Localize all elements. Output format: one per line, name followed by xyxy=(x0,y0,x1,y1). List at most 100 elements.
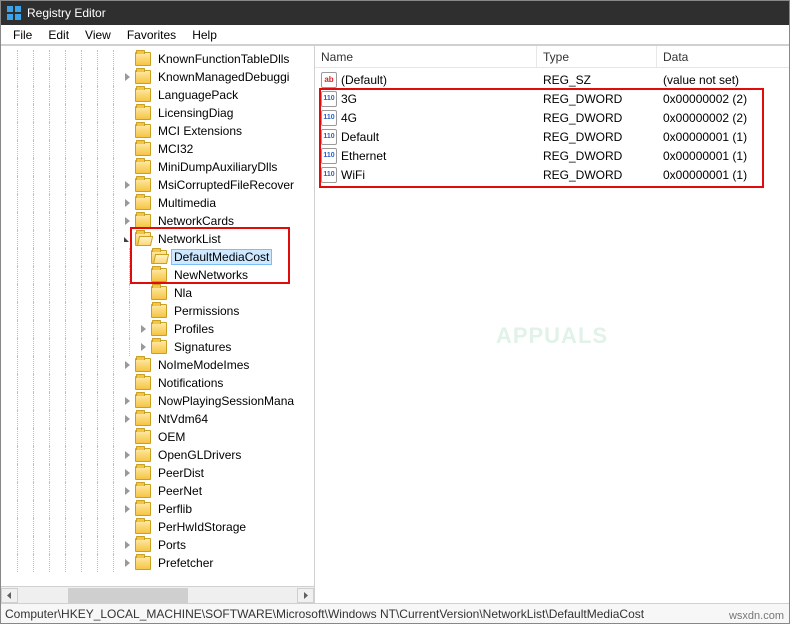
tree-node[interactable]: Multimedia xyxy=(9,194,314,212)
menu-help[interactable]: Help xyxy=(186,26,223,44)
expander-closed-icon[interactable] xyxy=(121,359,133,371)
statusbar-path: Computer\HKEY_LOCAL_MACHINE\SOFTWARE\Mic… xyxy=(5,607,644,621)
tree-node[interactable]: LanguagePack xyxy=(9,86,314,104)
expander-closed-icon[interactable] xyxy=(121,539,133,551)
tree-node-label[interactable]: OEM xyxy=(155,429,188,445)
tree-node[interactable]: Profiles xyxy=(9,320,314,338)
expander-closed-icon[interactable] xyxy=(121,71,133,83)
tree-node[interactable]: NetworkList xyxy=(9,230,314,248)
tree-node-label[interactable]: KnownManagedDebuggi xyxy=(155,69,292,85)
tree-node[interactable]: NtVdm64 xyxy=(9,410,314,428)
expander-closed-icon[interactable] xyxy=(121,557,133,569)
tree-node-label[interactable]: Signatures xyxy=(171,339,234,355)
column-header-data[interactable]: Data xyxy=(657,46,789,67)
tree-node-label[interactable]: DefaultMediaCost xyxy=(171,249,272,265)
tree-node[interactable]: Nla xyxy=(9,284,314,302)
tree-node-label[interactable]: Notifications xyxy=(155,375,226,391)
tree-node-label[interactable]: OpenGLDrivers xyxy=(155,447,244,463)
column-header-name[interactable]: Name xyxy=(315,46,537,67)
tree-node-label[interactable]: NowPlayingSessionMana xyxy=(155,393,297,409)
scroll-thumb[interactable] xyxy=(68,588,188,603)
menu-edit[interactable]: Edit xyxy=(42,26,75,44)
tree-node-label[interactable]: MiniDumpAuxiliaryDlls xyxy=(155,159,280,175)
tree-node-label[interactable]: Multimedia xyxy=(155,195,219,211)
tree-node[interactable]: Notifications xyxy=(9,374,314,392)
tree-node[interactable]: MsiCorruptedFileRecover xyxy=(9,176,314,194)
expander-closed-icon[interactable] xyxy=(121,485,133,497)
tree-node[interactable]: KnownFunctionTableDlls xyxy=(9,50,314,68)
expander-closed-icon[interactable] xyxy=(121,197,133,209)
folder-icon xyxy=(151,322,167,336)
value-row[interactable]: ab(Default)REG_SZ(value not set) xyxy=(315,70,789,89)
menu-view[interactable]: View xyxy=(79,26,117,44)
tree-node[interactable]: NetworkCards xyxy=(9,212,314,230)
tree-node[interactable]: Perflib xyxy=(9,500,314,518)
menubar: File Edit View Favorites Help xyxy=(1,25,789,45)
tree-node-label[interactable]: Ports xyxy=(155,537,189,553)
menu-file[interactable]: File xyxy=(7,26,38,44)
tree-node-label[interactable]: MsiCorruptedFileRecover xyxy=(155,177,297,193)
expander-closed-icon[interactable] xyxy=(121,395,133,407)
tree-node-label[interactable]: KnownFunctionTableDlls xyxy=(155,51,292,67)
expander-closed-icon[interactable] xyxy=(121,413,133,425)
tree-node-label[interactable]: PerHwIdStorage xyxy=(155,519,249,535)
tree-node[interactable]: NewNetworks xyxy=(9,266,314,284)
expander-closed-icon[interactable] xyxy=(121,467,133,479)
tree-node-label[interactable]: Permissions xyxy=(171,303,242,319)
tree-node-label[interactable]: NewNetworks xyxy=(171,267,251,283)
tree-node[interactable]: Signatures xyxy=(9,338,314,356)
tree-node-label[interactable]: NetworkCards xyxy=(155,213,237,229)
folder-icon xyxy=(135,394,151,408)
value-row[interactable]: 1103GREG_DWORD0x00000002 (2) xyxy=(315,89,789,108)
tree-node-label[interactable]: LicensingDiag xyxy=(155,105,236,121)
scroll-left-button[interactable] xyxy=(1,588,18,603)
tree-node[interactable]: MCI32 xyxy=(9,140,314,158)
tree-node[interactable]: OpenGLDrivers xyxy=(9,446,314,464)
tree-node-label[interactable]: NoImeModeImes xyxy=(155,357,252,373)
tree-node[interactable]: MCI Extensions xyxy=(9,122,314,140)
registry-editor-window: Registry Editor File Edit View Favorites… xyxy=(0,0,790,624)
tree-scroll[interactable]: KnownFunctionTableDlls KnownManagedDebugg… xyxy=(1,46,314,586)
tree-node[interactable]: PeerDist xyxy=(9,464,314,482)
column-header-type[interactable]: Type xyxy=(537,46,657,67)
tree-node-label[interactable]: Nla xyxy=(171,285,195,301)
expander-closed-icon[interactable] xyxy=(121,449,133,461)
value-row[interactable]: 110DefaultREG_DWORD0x00000001 (1) xyxy=(315,127,789,146)
expander-closed-icon[interactable] xyxy=(121,179,133,191)
tree-node[interactable]: Ports xyxy=(9,536,314,554)
tree-node[interactable]: DefaultMediaCost xyxy=(9,248,314,266)
scroll-track[interactable] xyxy=(18,588,297,603)
value-row[interactable]: 1104GREG_DWORD0x00000002 (2) xyxy=(315,108,789,127)
tree-node-label[interactable]: PeerNet xyxy=(155,483,205,499)
tree-node-label[interactable]: Profiles xyxy=(171,321,217,337)
menu-favorites[interactable]: Favorites xyxy=(121,26,182,44)
tree-node[interactable]: NoImeModeImes xyxy=(9,356,314,374)
tree-node[interactable]: Permissions xyxy=(9,302,314,320)
expander-open-icon[interactable] xyxy=(121,233,133,245)
tree-node-label[interactable]: LanguagePack xyxy=(155,87,241,103)
regedit-app-icon xyxy=(7,6,21,20)
tree-node[interactable]: MiniDumpAuxiliaryDlls xyxy=(9,158,314,176)
tree-node[interactable]: KnownManagedDebuggi xyxy=(9,68,314,86)
value-row[interactable]: 110EthernetREG_DWORD0x00000001 (1) xyxy=(315,146,789,165)
tree-node-label[interactable]: NtVdm64 xyxy=(155,411,211,427)
tree-node[interactable]: Prefetcher xyxy=(9,554,314,572)
expander-closed-icon[interactable] xyxy=(137,323,149,335)
expander-closed-icon[interactable] xyxy=(121,503,133,515)
tree-node[interactable]: PeerNet xyxy=(9,482,314,500)
tree-node-label[interactable]: NetworkList xyxy=(155,231,224,247)
expander-closed-icon[interactable] xyxy=(121,215,133,227)
value-row[interactable]: 110WiFiREG_DWORD0x00000001 (1) xyxy=(315,165,789,184)
expander-closed-icon[interactable] xyxy=(137,341,149,353)
tree-node[interactable]: NowPlayingSessionMana xyxy=(9,392,314,410)
tree-node[interactable]: OEM xyxy=(9,428,314,446)
tree-node-label[interactable]: Perflib xyxy=(155,501,195,517)
tree-node[interactable]: PerHwIdStorage xyxy=(9,518,314,536)
tree-node-label[interactable]: MCI Extensions xyxy=(155,123,245,139)
tree-node[interactable]: LicensingDiag xyxy=(9,104,314,122)
scroll-right-button[interactable] xyxy=(297,588,314,603)
tree-node-label[interactable]: MCI32 xyxy=(155,141,196,157)
tree-node-label[interactable]: Prefetcher xyxy=(155,555,216,571)
tree-node-label[interactable]: PeerDist xyxy=(155,465,207,481)
tree-horizontal-scrollbar[interactable] xyxy=(1,586,314,603)
